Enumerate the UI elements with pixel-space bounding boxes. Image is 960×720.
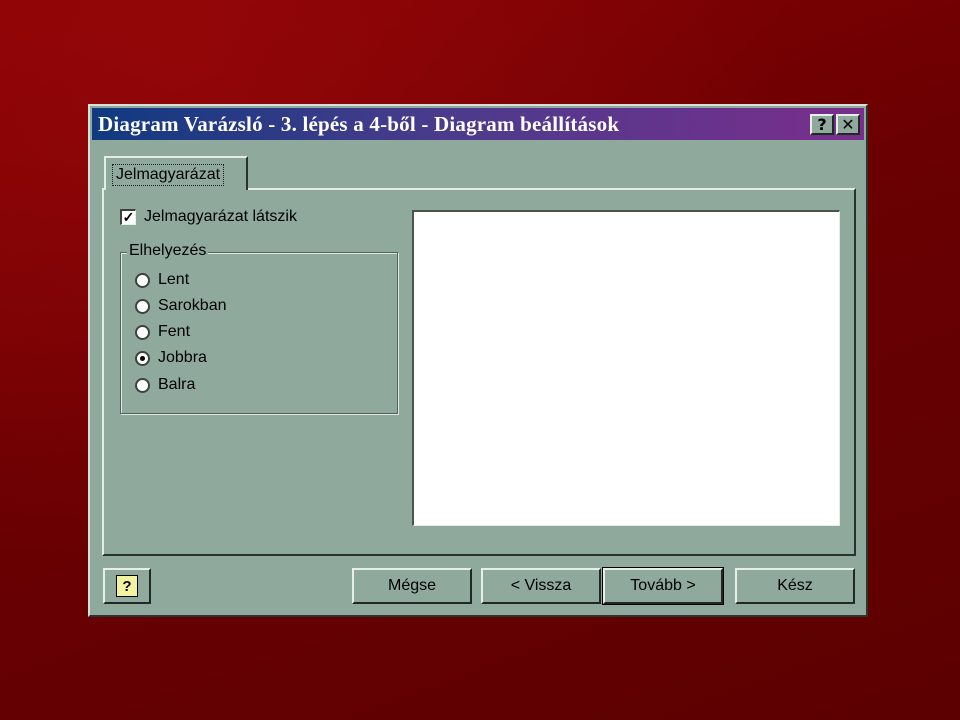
placement-group: Elhelyezés Lent Sarokban Fent Jobbra Bal… bbox=[120, 242, 398, 414]
cancel-button[interactable]: Mégse bbox=[352, 568, 472, 604]
radio-button[interactable] bbox=[135, 298, 150, 314]
radio-label: Balra bbox=[158, 376, 196, 393]
help-button[interactable]: ? bbox=[103, 568, 151, 604]
tab-legend[interactable]: Jelmagyarázat bbox=[104, 156, 248, 190]
radio-button-selected[interactable] bbox=[135, 350, 150, 366]
question-mark-icon: ? bbox=[817, 115, 827, 134]
show-legend-label: Jelmagyarázat látszik bbox=[144, 208, 297, 225]
finish-button[interactable]: Kész bbox=[735, 568, 855, 604]
dialog-title: Diagram Varázsló - 3. lépés a 4-ből - Di… bbox=[98, 111, 620, 136]
next-button[interactable]: Tovább > bbox=[602, 567, 724, 605]
chart-preview-area bbox=[412, 210, 840, 526]
radio-option-right[interactable]: Jobbra bbox=[135, 349, 207, 367]
radio-option-corner[interactable]: Sarokban bbox=[135, 297, 227, 315]
tab-legend-label: Jelmagyarázat bbox=[112, 164, 225, 186]
show-legend-checkbox-row[interactable]: ✓ Jelmagyarázat látszik bbox=[120, 208, 297, 226]
radio-option-bottom[interactable]: Lent bbox=[135, 271, 189, 289]
back-button[interactable]: < Vissza bbox=[481, 568, 601, 604]
help-icon: ? bbox=[116, 575, 138, 597]
radio-label: Jobbra bbox=[158, 349, 207, 366]
radio-label: Lent bbox=[158, 271, 190, 288]
placement-group-title: Elhelyezés bbox=[127, 242, 209, 260]
radio-button[interactable] bbox=[135, 324, 150, 340]
chart-wizard-dialog: Diagram Varázsló - 3. lépés a 4-ből - Di… bbox=[88, 104, 868, 617]
radio-label: Fent bbox=[158, 323, 191, 340]
help-title-button[interactable]: ? bbox=[810, 114, 834, 135]
radio-option-top[interactable]: Fent bbox=[135, 323, 190, 341]
radio-button[interactable] bbox=[135, 377, 150, 393]
close-button[interactable]: ✕ bbox=[836, 114, 860, 135]
radio-label: Sarokban bbox=[158, 297, 227, 314]
title-bar[interactable]: Diagram Varázsló - 3. lépés a 4-ből - Di… bbox=[92, 108, 864, 140]
radio-option-left[interactable]: Balra bbox=[135, 376, 195, 394]
show-legend-checkbox[interactable]: ✓ bbox=[120, 209, 136, 225]
radio-button[interactable] bbox=[135, 272, 150, 288]
legend-tab-panel: ✓ Jelmagyarázat látszik Elhelyezés Lent … bbox=[102, 188, 856, 556]
close-icon: ✕ bbox=[841, 115, 855, 134]
